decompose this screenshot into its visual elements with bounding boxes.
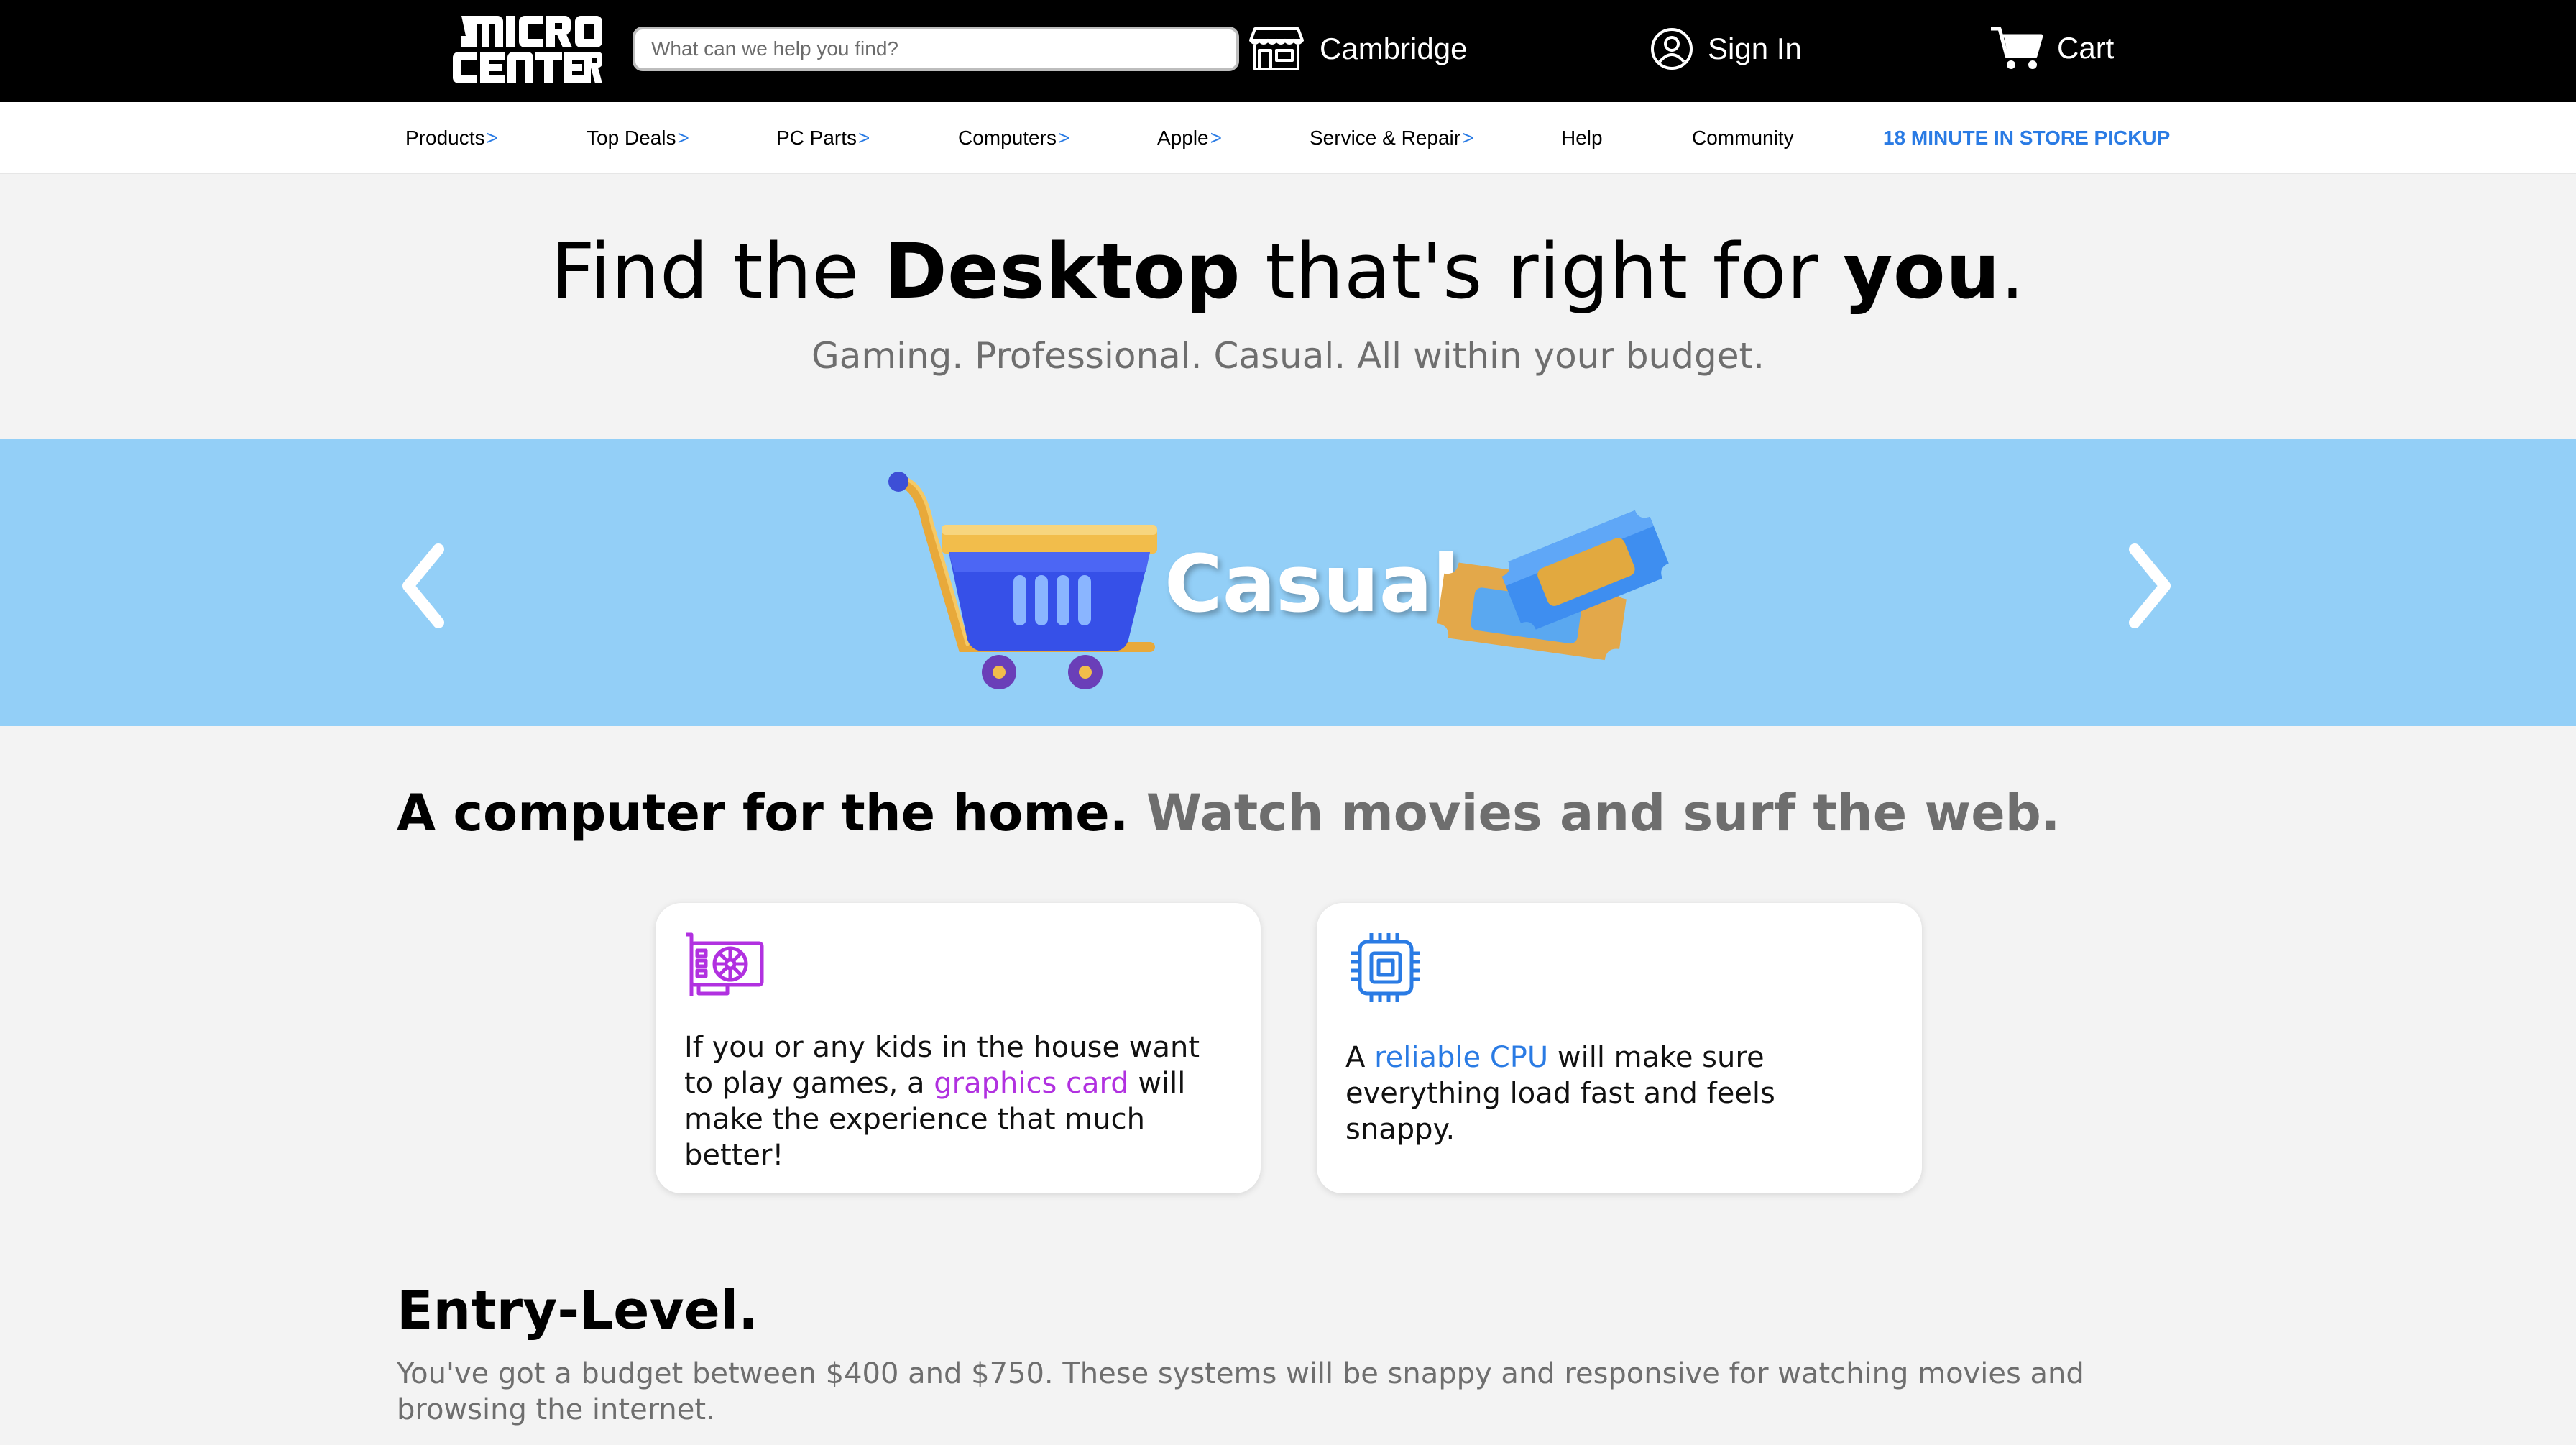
caret-icon: > [1210, 127, 1222, 149]
cpu-icon [1344, 930, 1427, 1005]
section-heading-secondary: Watch movies and surf the web. [1146, 784, 2061, 843]
nav-item-label: Service & Repair [1310, 127, 1461, 149]
title-part: Find the [551, 227, 884, 316]
nav-item-label: 18 MINUTE IN STORE PICKUP [1883, 127, 2171, 149]
caret-icon: > [677, 127, 689, 149]
nav-item-label: Computers [958, 127, 1057, 149]
user-icon [1651, 28, 1693, 70]
nav-item-apple[interactable]: Apple > [1157, 102, 1222, 174]
carousel-next-button[interactable] [2113, 532, 2185, 640]
title-part: that's right for [1241, 227, 1844, 316]
caret-icon: > [486, 127, 498, 149]
nav-item-label: PC Parts [776, 127, 857, 149]
nav-item-pc-parts[interactable]: PC Parts > [776, 102, 870, 174]
chevron-left-icon [402, 543, 444, 628]
micro-center-logo[interactable] [451, 12, 604, 88]
graphics-card-icon [683, 930, 766, 1005]
nav-item-store-pickup[interactable]: 18 MINUTE IN STORE PICKUP [1883, 102, 2170, 174]
title-emphasis-you: you [1843, 227, 2001, 316]
ticket-icon [1437, 482, 1682, 697]
category-carousel: Casual [0, 439, 2576, 726]
reliable-cpu-link[interactable]: reliable CPU [1374, 1041, 1548, 1074]
search-input[interactable] [651, 37, 1236, 60]
carousel-category-label: Casual [1164, 538, 1460, 630]
feature-card-text: If you or any kids in the house want to … [684, 1029, 1232, 1173]
main-nav: Products > Top Deals > PC Parts > Computers… [0, 102, 2576, 174]
store-selector[interactable]: Cambridge [1249, 24, 1467, 73]
nav-item-top-deals[interactable]: Top Deals > [586, 102, 689, 174]
carousel-prev-button[interactable] [388, 532, 460, 640]
entry-level-description: You've got a budget between $400 and $75… [397, 1357, 2084, 1426]
caret-icon: > [858, 127, 870, 149]
feature-card-text: A reliable CPU will make sure everything… [1346, 1040, 1893, 1147]
title-emphasis-desktop: Desktop [883, 227, 1241, 316]
nav-item-community[interactable]: Community [1692, 102, 1794, 174]
feature-card-cpu: A reliable CPU will make sure everything… [1317, 903, 1922, 1193]
page-subtitle: Gaming. Professional. Casual. All within… [811, 335, 1765, 377]
graphics-card-link[interactable]: graphics card [934, 1067, 1128, 1100]
cart-icon [1991, 27, 2043, 69]
card-text-part: A [1346, 1041, 1375, 1074]
nav-item-label: Help [1561, 127, 1603, 149]
logo-graphic [453, 16, 602, 83]
top-bar: Cambridge Sign In Cart [0, 0, 2576, 102]
nav-item-service-repair[interactable]: Service & Repair > [1310, 102, 1473, 174]
chevron-right-icon [2129, 543, 2171, 628]
entry-level-heading: Entry-Level. [397, 1280, 759, 1341]
section-heading: A computer for the home. Watch movies an… [397, 784, 2060, 843]
search-box[interactable] [632, 27, 1239, 71]
cart-link[interactable]: Cart [1990, 23, 2114, 73]
nav-item-help[interactable]: Help [1561, 102, 1603, 174]
store-label: Cambridge [1320, 32, 1468, 65]
caret-icon: > [1057, 127, 1070, 149]
shopping-basket-icon [877, 467, 1164, 705]
cart-label: Cart [2057, 31, 2115, 65]
nav-item-computers[interactable]: Computers > [958, 102, 1070, 174]
nav-item-products[interactable]: Products > [405, 102, 498, 174]
store-icon [1249, 27, 1304, 70]
nav-item-label: Apple [1157, 127, 1209, 149]
title-part: . [2000, 227, 2025, 316]
nav-item-label: Products [405, 127, 485, 149]
nav-item-label: Top Deals [586, 127, 676, 149]
feature-card-graphics: If you or any kids in the house want to … [656, 903, 1261, 1193]
sign-in-label: Sign In [1708, 32, 1802, 65]
caret-icon: > [1462, 127, 1474, 149]
nav-item-label: Community [1692, 127, 1794, 149]
section-heading-main: A computer for the home. [397, 784, 1129, 843]
sign-in-link[interactable]: Sign In [1650, 24, 1802, 73]
page-title: Find the Desktop that's right for you. [0, 227, 2576, 316]
